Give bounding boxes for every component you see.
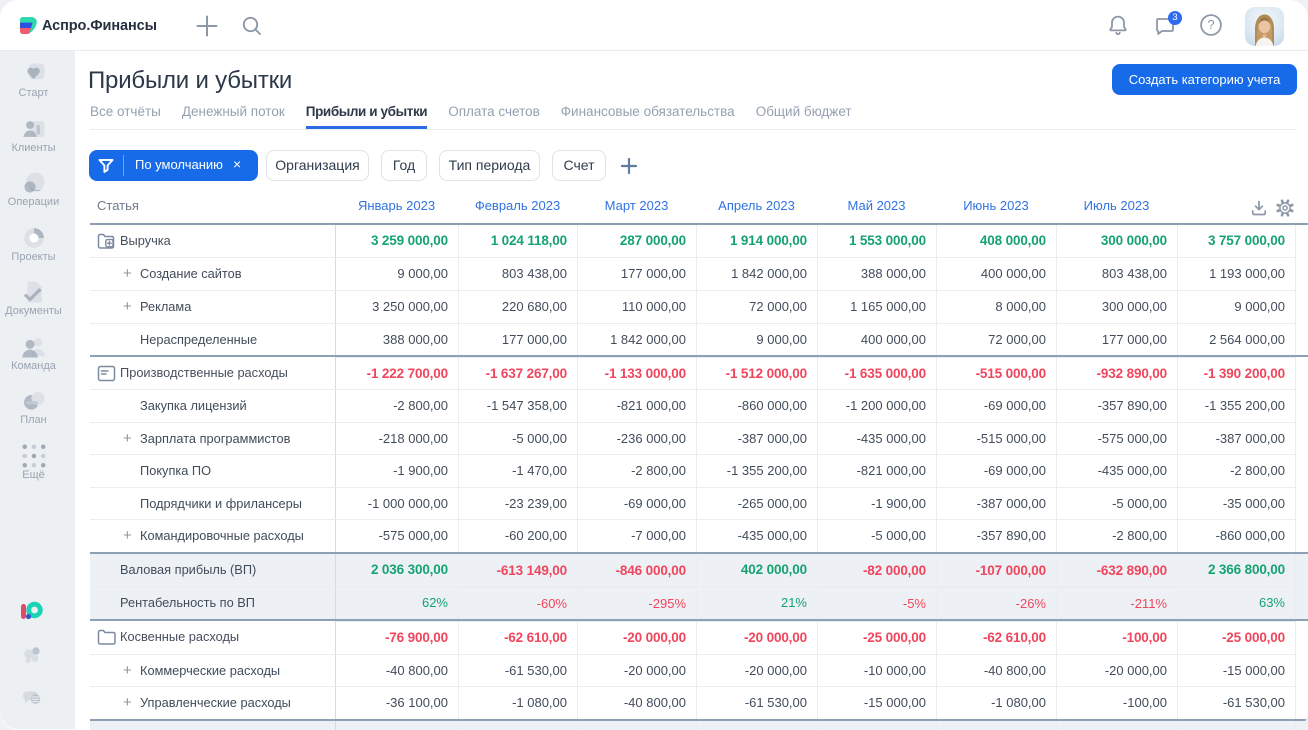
svg-text:?: ?	[1207, 17, 1214, 32]
